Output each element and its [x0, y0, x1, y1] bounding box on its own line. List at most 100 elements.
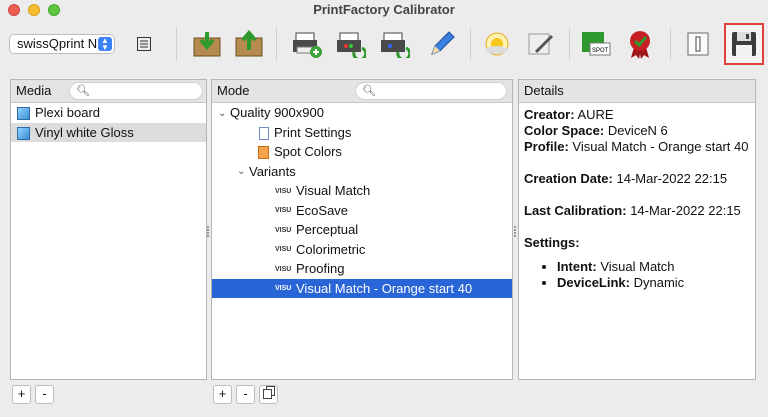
details-panel: Details Creator: AURE Color Space: Devic… — [518, 79, 756, 380]
visu-badge-icon: VISU — [275, 246, 292, 254]
mode-search-input[interactable]: 🔍︎ — [355, 82, 507, 100]
variant-item[interactable]: VISU Proofing — [212, 259, 512, 279]
visu-badge-icon: VISU — [275, 207, 292, 215]
media-cube-icon — [17, 107, 30, 121]
variant-label: Proofing — [296, 261, 345, 276]
app-window: PrintFactory Calibrator swissQprint N ▲ ▼… — [0, 0, 768, 417]
media-remove-button[interactable]: - — [35, 385, 54, 404]
variant-label: Visual Match - Orange start 40 — [296, 280, 473, 296]
variant-label: Perceptual — [296, 222, 359, 237]
import-icon — [193, 32, 221, 57]
chevron-down-icon[interactable]: ⌄ — [218, 104, 230, 124]
tree-label: Print Settings — [274, 124, 352, 140]
media-search-input[interactable]: 🔍︎ — [69, 82, 203, 100]
variant-item-selected[interactable]: VISU Visual Match - Orange start 40 — [212, 278, 512, 298]
print-refresh-blue-icon — [381, 32, 410, 58]
tree-item-print-settings[interactable]: Print Settings — [212, 123, 512, 143]
tree-label: Spot Colors — [274, 144, 342, 159]
details-panel-header: Details — [519, 80, 755, 103]
save-icon — [732, 32, 756, 56]
spot-color-button[interactable]: SPOT — [578, 27, 612, 61]
media-item-label: Vinyl white Gloss — [35, 124, 134, 140]
variant-item[interactable]: VISU Colorimetric — [212, 240, 512, 260]
variant-item[interactable]: VISU Visual Match — [212, 181, 512, 201]
tree-item-spot-colors[interactable]: Spot Colors — [212, 142, 512, 162]
variant-label: EcoSave — [296, 202, 349, 218]
tree-item-quality[interactable]: ⌄ Quality 900x900 — [212, 103, 512, 123]
lighting-button[interactable] — [480, 27, 514, 61]
visu-badge-icon: VISU — [275, 226, 292, 234]
printer-select[interactable]: swissQprint N ▲ ▼ — [9, 34, 115, 54]
sun-icon — [485, 32, 509, 56]
mode-add-button[interactable]: + — [213, 385, 232, 404]
certify-button[interactable] — [623, 27, 657, 61]
award-ribbon-icon — [630, 31, 650, 59]
import-button[interactable] — [190, 27, 224, 61]
certificate-pen-icon — [528, 33, 554, 55]
settings-list: Intent: Visual Match DeviceLink: Dynamic — [524, 259, 750, 291]
title-bar: PrintFactory Calibrator — [0, 0, 768, 20]
printer-select-value: swissQprint N — [17, 36, 98, 51]
profile-line: Profile: Visual Match - Orange start 40 — [524, 139, 750, 155]
list-view-button[interactable] — [131, 30, 157, 58]
minimize-window-button[interactable] — [28, 4, 40, 16]
devicelink-item: DeviceLink: Dynamic — [557, 275, 750, 291]
variant-label: Visual Match — [296, 183, 371, 198]
pencil-icon — [431, 31, 455, 55]
tree-label: Quality 900x900 — [230, 105, 324, 120]
mode-duplicate-button[interactable] — [259, 385, 278, 404]
export-button[interactable] — [232, 27, 266, 61]
search-icon: 🔍︎ — [76, 85, 90, 97]
colorspace-line: Color Space: DeviceN 6 — [524, 123, 750, 139]
visu-badge-icon: VISU — [275, 187, 292, 195]
spot-icon: SPOT — [582, 32, 611, 56]
save-button[interactable] — [724, 23, 764, 65]
details-header-label: Details — [524, 83, 564, 98]
print-add-icon — [293, 32, 322, 58]
media-list-item[interactable]: Plexi board — [11, 103, 206, 123]
last-calibration-line: Last Calibration: 14-Mar-2022 22:15 — [524, 203, 750, 219]
creator-value: AURE — [577, 107, 614, 122]
colorspace-label: Color Space: — [524, 123, 605, 138]
creator-label: Creator: — [524, 107, 575, 122]
search-icon: 🔍︎ — [362, 85, 376, 97]
profile-label: Profile: — [524, 139, 569, 154]
media-panel-header: Media 🔍︎ — [11, 80, 206, 103]
devicelink-value: Dynamic — [633, 275, 685, 290]
info-button[interactable] — [681, 27, 715, 61]
window-controls — [8, 4, 60, 16]
variant-item[interactable]: VISU Perceptual — [212, 220, 512, 240]
media-list-item[interactable]: Vinyl white Gloss — [11, 122, 206, 142]
mode-panel: Mode 🔍︎ ⌄ Quality 900x900 Print Settings … — [211, 79, 513, 380]
creation-date-value: 14-Mar-2022 22:15 — [616, 171, 728, 186]
last-calibration-label: Last Calibration: — [524, 203, 627, 218]
mode-panel-header: Mode 🔍︎ — [212, 80, 512, 103]
zoom-window-button[interactable] — [48, 4, 60, 16]
settings-line: Settings: — [524, 235, 750, 251]
last-calibration-value: 14-Mar-2022 22:15 — [630, 203, 741, 218]
media-cube-icon — [17, 126, 30, 140]
tree-item-variants[interactable]: ⌄ Variants — [212, 162, 512, 182]
svg-text:SPOT: SPOT — [592, 48, 609, 54]
add-print-button[interactable] — [290, 27, 324, 61]
chevron-down-icon[interactable]: ⌄ — [237, 162, 249, 182]
media-add-button[interactable]: + — [12, 385, 31, 404]
window-title: PrintFactory Calibrator — [313, 2, 455, 17]
certificate-button[interactable] — [524, 27, 558, 61]
print-refresh-blue-button[interactable] — [378, 27, 412, 61]
visu-badge-icon: VISU — [275, 265, 292, 273]
duplicate-icon — [262, 386, 275, 399]
export-icon — [235, 30, 263, 57]
creation-date-label: Creation Date: — [524, 171, 613, 186]
mode-remove-button[interactable]: - — [236, 385, 255, 404]
mode-header-label: Mode — [217, 83, 250, 98]
close-window-button[interactable] — [8, 4, 20, 16]
print-refresh-green-button[interactable] — [334, 27, 368, 61]
list-icon — [137, 37, 151, 51]
media-item-label: Plexi board — [35, 105, 101, 120]
splitter-handle[interactable] — [207, 225, 210, 239]
edit-button[interactable] — [424, 27, 458, 61]
media-panel: Media 🔍︎ Plexi board Vinyl white Gloss — [10, 79, 207, 380]
variant-item[interactable]: VISU EcoSave — [212, 201, 512, 221]
splitter-handle[interactable] — [514, 225, 517, 239]
